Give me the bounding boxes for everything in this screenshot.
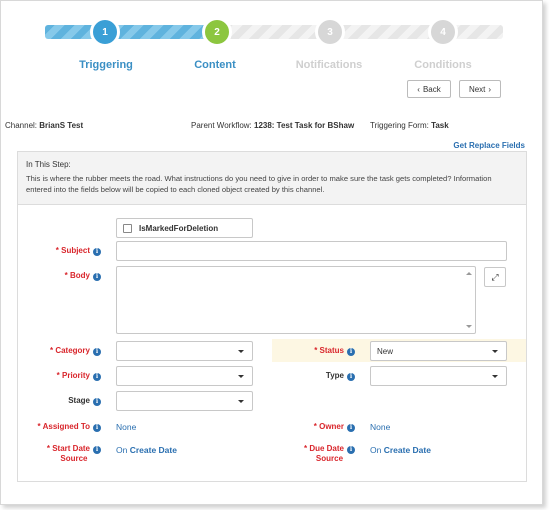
step-1-circle[interactable]: 1 bbox=[90, 17, 120, 47]
start-date-source-label: * Start Date i Source bbox=[47, 444, 101, 464]
info-icon[interactable]: i bbox=[93, 373, 101, 381]
is-marked-for-deletion-field[interactable]: IsMarkedForDeletion bbox=[116, 218, 253, 238]
subject-label: * Subject i bbox=[56, 246, 101, 256]
get-replace-fields-link[interactable]: Get Replace Fields bbox=[453, 141, 525, 150]
channel-value: BrianS Test bbox=[39, 121, 84, 130]
panel-description: This is where the rubber meets the road.… bbox=[26, 174, 492, 194]
type-label: Type i bbox=[326, 371, 355, 381]
step-label-content[interactable]: Content bbox=[165, 59, 265, 71]
due-date-source-label: * Due Date i Source bbox=[304, 444, 355, 464]
stage-label-text: Stage bbox=[68, 396, 90, 405]
progress-track-complete bbox=[45, 25, 223, 39]
panel-header: In This Step: This is where the rubber m… bbox=[18, 152, 526, 205]
step-1-number: 1 bbox=[102, 26, 108, 38]
stage-label: Stage i bbox=[68, 396, 101, 406]
back-button-label: Back bbox=[422, 84, 441, 94]
type-label-text: Type bbox=[325, 371, 344, 380]
info-icon[interactable]: i bbox=[93, 424, 101, 432]
back-button[interactable]: ‹ Back bbox=[407, 80, 451, 98]
assigned-to-label-text: * Assigned To bbox=[37, 422, 90, 431]
due-date-source-value[interactable]: On Create Date bbox=[370, 445, 431, 455]
step-label-triggering[interactable]: Triggering bbox=[56, 59, 156, 71]
subject-input[interactable] bbox=[116, 241, 507, 261]
next-button-label: Next bbox=[468, 84, 486, 94]
form-info: Triggering Form: Task bbox=[370, 121, 449, 130]
workflow-info: Parent Workflow: 1238: Test Task for BSh… bbox=[191, 121, 354, 130]
info-icon[interactable]: i bbox=[347, 373, 355, 381]
expand-body-button[interactable]: ⤢ bbox=[484, 267, 506, 287]
start-date-label-text: * Start Date bbox=[46, 444, 90, 453]
step-2-circle[interactable]: 2 bbox=[202, 17, 232, 47]
step-3-circle[interactable]: 3 bbox=[315, 17, 345, 47]
channel-label: Channel: bbox=[5, 121, 38, 130]
step-4-circle[interactable]: 4 bbox=[428, 17, 458, 47]
info-icon[interactable]: i bbox=[93, 398, 101, 406]
info-icon[interactable]: i bbox=[93, 273, 101, 281]
info-icon[interactable]: i bbox=[93, 348, 101, 356]
scroll-up-icon[interactable] bbox=[466, 272, 472, 275]
due-date-prefix: On bbox=[370, 445, 382, 455]
caret-down-icon bbox=[238, 350, 244, 353]
caret-down-icon bbox=[238, 400, 244, 403]
step-3-number: 3 bbox=[327, 26, 333, 38]
status-select[interactable]: New bbox=[370, 341, 507, 361]
is-marked-for-deletion-checkbox[interactable] bbox=[123, 223, 132, 233]
body-textarea[interactable] bbox=[116, 266, 476, 334]
assigned-to-label: * Assigned To i bbox=[38, 422, 101, 432]
workflow-label: Parent Workflow: bbox=[191, 121, 252, 130]
is-marked-for-deletion-label: IsMarkedForDeletion bbox=[139, 223, 219, 233]
workflow-wizard: 1 2 3 4 Triggering Content Notifications… bbox=[0, 0, 543, 505]
status-label-text: * Status bbox=[314, 346, 344, 355]
body-label: * Body i bbox=[65, 271, 101, 281]
next-button[interactable]: Next › bbox=[459, 80, 501, 98]
info-icon[interactable]: i bbox=[93, 446, 101, 454]
category-label: * Category i bbox=[50, 346, 101, 356]
chevron-left-icon: ‹ bbox=[417, 84, 420, 94]
caret-down-icon bbox=[492, 350, 498, 353]
workflow-value: 1238: Test Task for BShaw bbox=[254, 121, 355, 130]
panel-title: In This Step: bbox=[26, 160, 71, 169]
owner-label-text: * Owner bbox=[313, 422, 344, 431]
due-date-field: Create Date bbox=[383, 445, 431, 455]
priority-label: * Priority i bbox=[57, 371, 101, 381]
step-label-conditions[interactable]: Conditions bbox=[393, 59, 493, 71]
info-icon[interactable]: i bbox=[347, 348, 355, 356]
start-date-field: Create Date bbox=[129, 445, 177, 455]
body-scrollbar[interactable] bbox=[465, 269, 473, 331]
channel-info: Channel: BrianS Test bbox=[5, 121, 83, 130]
due-date-source-text: Source bbox=[315, 454, 344, 463]
form-value: Task bbox=[431, 121, 449, 130]
start-date-source-value[interactable]: On Create Date bbox=[116, 445, 177, 455]
stage-select[interactable] bbox=[116, 391, 253, 411]
due-date-label-text: * Due Date bbox=[303, 444, 344, 453]
status-value: New bbox=[377, 346, 394, 356]
expand-icon: ⤢ bbox=[491, 271, 499, 282]
start-date-source-text: Source bbox=[60, 454, 88, 463]
owner-value[interactable]: None bbox=[370, 422, 390, 432]
priority-label-text: * Priority bbox=[56, 371, 90, 380]
subject-label-text: * Subject bbox=[55, 246, 90, 255]
caret-down-icon bbox=[492, 375, 498, 378]
info-icon[interactable]: i bbox=[347, 446, 355, 454]
assigned-to-value[interactable]: None bbox=[116, 422, 136, 432]
status-label: * Status i bbox=[314, 346, 355, 356]
form-label: Triggering Form: bbox=[370, 121, 429, 130]
type-select[interactable] bbox=[370, 366, 507, 386]
progress-track-remaining bbox=[223, 25, 503, 39]
body-label-text: * Body bbox=[64, 271, 90, 280]
chevron-right-icon: › bbox=[488, 84, 492, 94]
start-date-prefix: On bbox=[116, 445, 128, 455]
scroll-down-icon[interactable] bbox=[466, 325, 472, 328]
step-label-notifications[interactable]: Notifications bbox=[279, 59, 379, 71]
caret-down-icon bbox=[238, 375, 244, 378]
info-icon[interactable]: i bbox=[93, 248, 101, 256]
step-2-number: 2 bbox=[214, 26, 220, 38]
owner-label: * Owner i bbox=[314, 422, 355, 432]
category-label-text: * Category bbox=[49, 346, 90, 355]
priority-select[interactable] bbox=[116, 366, 253, 386]
category-select[interactable] bbox=[116, 341, 253, 361]
step-4-number: 4 bbox=[440, 26, 446, 38]
info-icon[interactable]: i bbox=[347, 424, 355, 432]
